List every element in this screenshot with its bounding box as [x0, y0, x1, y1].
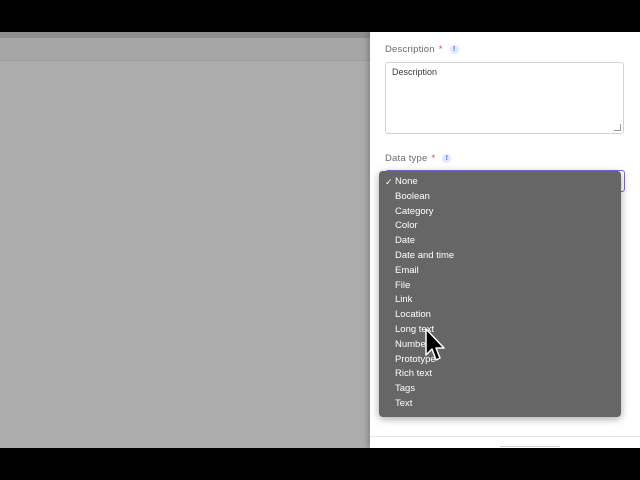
option-label: Date and time: [395, 249, 455, 261]
data-type-dropdown-menu[interactable]: ✓ None Boolean Category Color Date Date …: [379, 171, 621, 417]
dropdown-option-long-text[interactable]: Long text: [379, 323, 621, 338]
dimmed-header-strip: [0, 32, 370, 38]
dropdown-option-email[interactable]: Email: [379, 264, 621, 279]
info-icon[interactable]: !: [442, 154, 452, 163]
dropdown-option-rich-text[interactable]: Rich text: [379, 367, 621, 382]
description-label: Description * !: [385, 44, 459, 55]
dropdown-option-category[interactable]: Category: [379, 205, 621, 220]
dropdown-option-date-and-time[interactable]: Date and time: [379, 249, 621, 264]
required-asterisk: *: [431, 153, 436, 164]
dropdown-option-location[interactable]: Location: [379, 308, 621, 323]
option-label: Date: [395, 235, 416, 247]
description-label-text: Description: [385, 44, 435, 55]
description-value: Description: [392, 67, 438, 77]
option-label: Location: [395, 309, 431, 321]
footer-button-edge[interactable]: [500, 446, 560, 448]
option-label: None: [395, 176, 418, 187]
dropdown-option-date[interactable]: Date: [379, 234, 621, 249]
option-label: Text: [395, 397, 413, 409]
dropdown-option-number[interactable]: Number: [379, 338, 621, 353]
option-label: Email: [395, 264, 419, 276]
dropdown-option-color[interactable]: Color: [379, 219, 621, 234]
option-label: File: [395, 279, 411, 291]
option-label: Rich text: [395, 368, 432, 380]
option-label: Tags: [395, 383, 416, 395]
description-textarea[interactable]: Description: [385, 62, 624, 134]
dropdown-option-link[interactable]: Link: [379, 293, 621, 308]
info-icon[interactable]: !: [449, 45, 459, 54]
dropdown-option-none[interactable]: ✓ None: [379, 175, 621, 190]
dropdown-option-tags[interactable]: Tags: [379, 382, 621, 397]
dropdown-option-boolean[interactable]: Boolean: [379, 190, 621, 205]
option-label: Boolean: [395, 190, 430, 202]
option-label: Color: [395, 220, 418, 232]
option-label: Category: [395, 205, 434, 217]
dropdown-option-prototype[interactable]: Prototype: [379, 353, 621, 368]
modal-backdrop[interactable]: [0, 32, 370, 448]
data-type-label: Data type * !: [385, 153, 452, 164]
dropdown-option-file[interactable]: File: [379, 279, 621, 294]
dropdown-option-text[interactable]: Text: [379, 397, 621, 412]
footer-divider: [370, 436, 640, 437]
option-label: Link: [395, 294, 413, 306]
resize-handle-icon[interactable]: [614, 124, 621, 131]
check-icon: ✓: [385, 177, 393, 187]
mouse-pointer-icon: [425, 328, 445, 361]
dimmed-toolbar: [0, 32, 370, 61]
data-type-label-text: Data type: [385, 153, 428, 164]
required-asterisk: *: [438, 44, 443, 55]
